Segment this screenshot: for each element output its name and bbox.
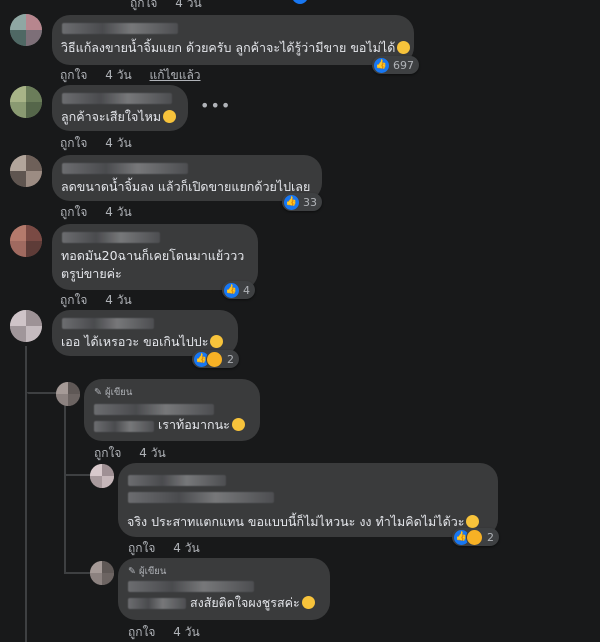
like-link[interactable]: ถูกใจ bbox=[128, 541, 155, 555]
comment-time[interactable]: 4 วัน bbox=[105, 68, 131, 82]
comment-actions: ถูกใจ 4 วัน แก้ไขแล้ว bbox=[60, 66, 215, 85]
comment-text: เราท้อมากนะ bbox=[158, 416, 245, 434]
comment-bubble: เออ ได้เหรอวะ ขอเกินไปปะ 👍 2 bbox=[52, 310, 239, 368]
reply-bubble: ✎ ผู้เขียน เราท้อมากนะ bbox=[84, 379, 260, 441]
comment-actions: ถูกใจ 4 วัน bbox=[128, 539, 214, 558]
emoji-icon bbox=[301, 596, 315, 609]
commenter-name[interactable] bbox=[62, 23, 178, 34]
comment-time[interactable]: 4 วัน bbox=[175, 0, 201, 10]
pencil-icon: ✎ bbox=[128, 566, 136, 577]
reply-bubble: จริง ประสาทแตกแทน ขอแบบนี้ก็ไม่ไหวนะ งง … bbox=[118, 463, 499, 546]
emoji-icon bbox=[163, 110, 177, 123]
avatar[interactable] bbox=[10, 310, 42, 342]
thread-line bbox=[27, 392, 57, 394]
comment-actions: ถูกใจ 4 วัน bbox=[130, 0, 216, 13]
commenter-name[interactable] bbox=[94, 421, 154, 432]
reaction-summary[interactable]: 👍 2 bbox=[192, 350, 239, 368]
like-link[interactable]: ถูกใจ bbox=[60, 68, 87, 82]
haha-icon bbox=[206, 350, 223, 368]
avatar[interactable] bbox=[56, 382, 80, 406]
comment-bubble: ลดขนาดน้ำจิ้มลง แล้วก็เปิดขายแยกด้วยไปเล… bbox=[52, 155, 322, 211]
thread-line bbox=[66, 474, 90, 476]
avatar[interactable] bbox=[90, 561, 114, 585]
comment-actions: ถูกใจ 4 วัน bbox=[60, 134, 146, 153]
comment-text: สงสัยติดใจผงชูรสค่ะ bbox=[190, 594, 315, 612]
like-icon: 👍 bbox=[284, 194, 299, 210]
comment-time[interactable]: 4 วัน bbox=[105, 293, 131, 307]
like-icon bbox=[292, 0, 308, 4]
commenter-name[interactable] bbox=[128, 581, 254, 592]
commenter-name[interactable] bbox=[62, 318, 154, 329]
haha-icon bbox=[466, 528, 483, 546]
reaction-summary[interactable]: 👍 2 bbox=[452, 528, 499, 546]
like-link[interactable]: ถูกใจ bbox=[130, 0, 157, 10]
comment-bubble: วิธีแก้ลงขายน้ำจิ้มแยก ด้วยครับ ลูกค้าจะ… bbox=[52, 15, 419, 74]
commenter-name[interactable] bbox=[62, 163, 188, 174]
comment-time[interactable]: 4 วัน bbox=[105, 205, 131, 219]
comment-text: ลูกค้าจะเสียใจไหม bbox=[61, 108, 177, 126]
thread-line bbox=[64, 402, 66, 574]
commenter-name[interactable] bbox=[94, 404, 214, 415]
like-link[interactable]: ถูกใจ bbox=[60, 293, 87, 307]
thread-line bbox=[25, 346, 27, 642]
comment-time[interactable]: 4 วัน bbox=[173, 541, 199, 555]
edited-label[interactable]: แก้ไขแล้ว bbox=[149, 68, 200, 82]
emoji-icon bbox=[210, 335, 224, 348]
comment-bubble: ลูกค้าจะเสียใจไหม bbox=[52, 85, 188, 131]
comment-text: จริง ประสาทแตกแทน ขอแบบนี้ก็ไม่ไหวนะ งง … bbox=[127, 513, 480, 531]
reaction-summary[interactable]: 👍 33 bbox=[282, 193, 322, 211]
emoji-icon bbox=[397, 41, 411, 54]
comment-text: ลดขนาดน้ำจิ้มลง แล้วก็เปิดขายแยกด้วยไปเล… bbox=[61, 179, 311, 194]
reaction-summary[interactable]: 👍 697 bbox=[372, 56, 419, 74]
like-link[interactable]: ถูกใจ bbox=[128, 625, 155, 639]
comment-actions: ถูกใจ 4 วัน bbox=[94, 444, 180, 463]
commenter-name[interactable] bbox=[128, 492, 274, 503]
avatar[interactable] bbox=[10, 225, 42, 257]
like-icon: 👍 bbox=[374, 57, 389, 73]
reply-bubble: ✎ ผู้เขียน สงสัยติดใจผงชูรสค่ะ bbox=[118, 558, 330, 620]
commenter-name[interactable] bbox=[62, 232, 160, 243]
comment-text: วิธีแก้ลงขายน้ำจิ้มแยก ด้วยครับ ลูกค้าจะ… bbox=[61, 39, 411, 57]
like-link[interactable]: ถูกใจ bbox=[60, 136, 87, 150]
comment-time[interactable]: 4 วัน bbox=[139, 446, 165, 460]
emoji-icon bbox=[466, 515, 480, 528]
thread-line bbox=[66, 572, 90, 574]
reaction-summary[interactable]: 👍 4 bbox=[222, 281, 255, 299]
pencil-icon: ✎ bbox=[94, 387, 102, 398]
comment-text: ตรูบ่ขายค่ะ bbox=[61, 266, 122, 281]
like-link[interactable]: ถูกใจ bbox=[94, 446, 121, 460]
commenter-name[interactable] bbox=[128, 475, 226, 486]
avatar[interactable] bbox=[90, 464, 114, 488]
comment-text: ทอดมัน20ฉานก็เคยโดนมาแย้ววว bbox=[61, 248, 245, 263]
comment-text: เออ ได้เหรอวะ ขอเกินไปปะ bbox=[61, 333, 224, 351]
like-icon: 👍 bbox=[224, 282, 239, 298]
comment-actions: ถูกใจ 4 วัน bbox=[60, 203, 146, 222]
emoji-icon bbox=[231, 418, 245, 431]
author-badge: ✎ ผู้เขียน bbox=[94, 387, 133, 398]
avatar[interactable] bbox=[10, 86, 42, 118]
comment-bubble: ทอดมัน20ฉานก็เคยโดนมาแย้ววว ตรูบ่ขายค่ะ … bbox=[52, 224, 258, 299]
comment-actions: ถูกใจ 4 วัน bbox=[128, 623, 214, 642]
comment-actions: ถูกใจ 4 วัน bbox=[60, 291, 146, 310]
commenter-name[interactable] bbox=[62, 93, 172, 104]
commenter-name[interactable] bbox=[128, 598, 186, 609]
comment-time[interactable]: 4 วัน bbox=[173, 625, 199, 639]
comment-time[interactable]: 4 วัน bbox=[105, 136, 131, 150]
avatar[interactable] bbox=[10, 14, 42, 46]
like-link[interactable]: ถูกใจ bbox=[60, 205, 87, 219]
author-badge: ✎ ผู้เขียน bbox=[128, 566, 167, 577]
avatar[interactable] bbox=[10, 155, 42, 187]
more-options-icon[interactable]: ••• bbox=[200, 96, 231, 115]
